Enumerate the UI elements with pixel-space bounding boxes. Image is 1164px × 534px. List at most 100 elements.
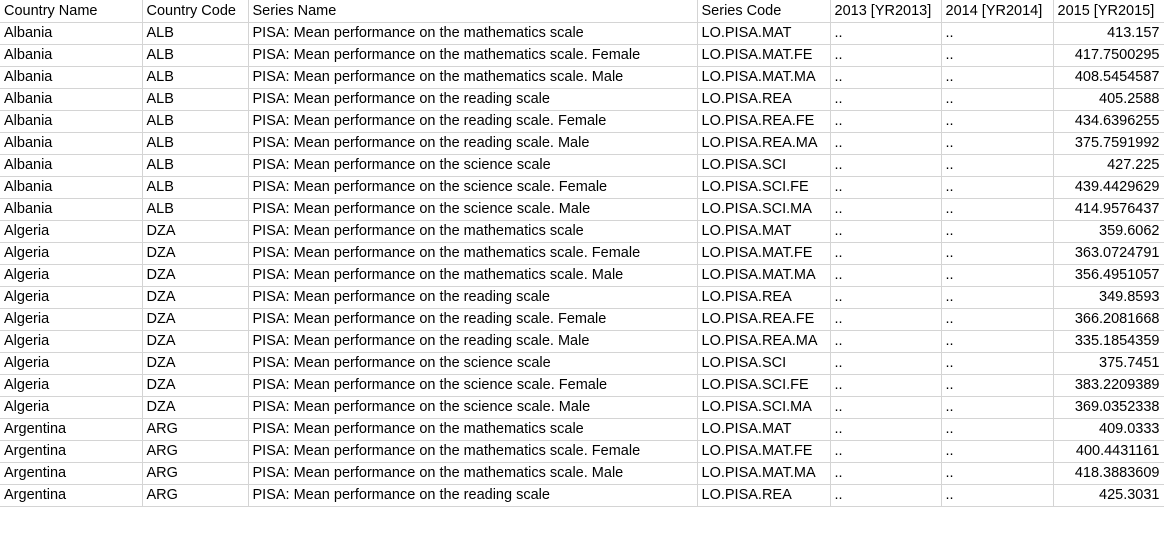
country-name-cell[interactable]: Argentina bbox=[0, 462, 143, 485]
country-code-cell[interactable]: ARG bbox=[142, 484, 249, 507]
country-code-cell[interactable]: ARG bbox=[142, 418, 249, 441]
series-name-cell[interactable]: PISA: Mean performance on the science sc… bbox=[248, 176, 698, 199]
series-name-cell[interactable]: PISA: Mean performance on the mathematic… bbox=[248, 264, 698, 287]
country-name-cell[interactable]: Algeria bbox=[0, 330, 143, 353]
yr2014-cell[interactable]: .. bbox=[941, 308, 1054, 331]
country-name-cell[interactable]: Algeria bbox=[0, 286, 143, 309]
yr2015-cell[interactable]: 375.7591992 bbox=[1053, 132, 1164, 155]
yr2014-cell[interactable]: .. bbox=[941, 242, 1054, 265]
yr2014-cell[interactable]: .. bbox=[941, 198, 1054, 221]
yr2013-cell[interactable]: .. bbox=[830, 88, 942, 111]
country-name-cell[interactable]: Albania bbox=[0, 44, 143, 67]
country-name-cell[interactable]: Algeria bbox=[0, 352, 143, 375]
country-code-cell[interactable]: ALB bbox=[142, 66, 249, 89]
series-code-cell[interactable]: LO.PISA.MAT bbox=[697, 418, 831, 441]
yr2014-cell[interactable]: .. bbox=[941, 484, 1054, 507]
country-name-cell[interactable]: Algeria bbox=[0, 396, 143, 419]
yr2013-cell[interactable]: .. bbox=[830, 484, 942, 507]
yr2015-cell[interactable]: 359.6062 bbox=[1053, 220, 1164, 243]
series-code-cell[interactable]: LO.PISA.SCI.MA bbox=[697, 396, 831, 419]
yr2015-cell[interactable]: 335.1854359 bbox=[1053, 330, 1164, 353]
yr2015-cell[interactable]: 427.225 bbox=[1053, 154, 1164, 177]
yr2014-cell[interactable]: .. bbox=[941, 396, 1054, 419]
yr2015-cell[interactable]: 375.7451 bbox=[1053, 352, 1164, 375]
yr2013-cell[interactable]: .. bbox=[830, 220, 942, 243]
country-code-cell[interactable]: DZA bbox=[142, 330, 249, 353]
yr2015-cell[interactable]: 366.2081668 bbox=[1053, 308, 1164, 331]
series-code-cell[interactable]: LO.PISA.MAT.MA bbox=[697, 264, 831, 287]
country-name-cell[interactable]: Argentina bbox=[0, 484, 143, 507]
country-code-cell[interactable]: DZA bbox=[142, 352, 249, 375]
series-name-cell[interactable]: PISA: Mean performance on the reading sc… bbox=[248, 286, 698, 309]
series-name-cell[interactable]: PISA: Mean performance on the reading sc… bbox=[248, 88, 698, 111]
yr2013-cell[interactable]: .. bbox=[830, 110, 942, 133]
series-code-cell[interactable]: LO.PISA.MAT.FE bbox=[697, 44, 831, 67]
country-code-cell[interactable]: ALB bbox=[142, 88, 249, 111]
yr2015-cell[interactable]: 363.0724791 bbox=[1053, 242, 1164, 265]
series-code-cell[interactable]: LO.PISA.SCI.MA bbox=[697, 198, 831, 221]
yr2015-cell[interactable]: 409.0333 bbox=[1053, 418, 1164, 441]
yr2015-cell[interactable]: 356.4951057 bbox=[1053, 264, 1164, 287]
series-name-cell[interactable]: PISA: Mean performance on the science sc… bbox=[248, 154, 698, 177]
country-code-cell[interactable]: ARG bbox=[142, 462, 249, 485]
series-name-cell[interactable]: PISA: Mean performance on the science sc… bbox=[248, 374, 698, 397]
series-name-cell[interactable]: PISA: Mean performance on the mathematic… bbox=[248, 44, 698, 67]
yr2015-cell[interactable]: 417.7500295 bbox=[1053, 44, 1164, 67]
yr2013-cell[interactable]: .. bbox=[830, 352, 942, 375]
series-name-cell[interactable]: PISA: Mean performance on the mathematic… bbox=[248, 242, 698, 265]
country-name-cell[interactable]: Argentina bbox=[0, 440, 143, 463]
series-name-cell[interactable]: PISA: Mean performance on the reading sc… bbox=[248, 132, 698, 155]
yr2014-cell[interactable]: .. bbox=[941, 110, 1054, 133]
series-code-cell[interactable]: LO.PISA.REA.FE bbox=[697, 110, 831, 133]
country-code-cell[interactable]: DZA bbox=[142, 374, 249, 397]
series-code-cell[interactable]: LO.PISA.MAT.MA bbox=[697, 462, 831, 485]
country-name-cell[interactable]: Albania bbox=[0, 198, 143, 221]
country-code-cell[interactable]: DZA bbox=[142, 242, 249, 265]
yr2014-cell[interactable]: .. bbox=[941, 44, 1054, 67]
country-name-cell[interactable]: Albania bbox=[0, 22, 143, 45]
country-code-cell[interactable]: ARG bbox=[142, 440, 249, 463]
country-name-cell[interactable]: Algeria bbox=[0, 308, 143, 331]
yr2013-cell[interactable]: .. bbox=[830, 418, 942, 441]
yr2015-cell[interactable]: 383.2209389 bbox=[1053, 374, 1164, 397]
country-name-cell[interactable]: Argentina bbox=[0, 418, 143, 441]
yr2014-cell[interactable]: .. bbox=[941, 352, 1054, 375]
country-code-cell[interactable]: ALB bbox=[142, 176, 249, 199]
yr2013-cell[interactable]: .. bbox=[830, 154, 942, 177]
yr2014-cell[interactable]: .. bbox=[941, 286, 1054, 309]
country-name-cell[interactable]: Albania bbox=[0, 110, 143, 133]
column-header-2015[interactable]: 2015 [YR2015] bbox=[1053, 0, 1164, 23]
series-code-cell[interactable]: LO.PISA.SCI bbox=[697, 154, 831, 177]
series-name-cell[interactable]: PISA: Mean performance on the mathematic… bbox=[248, 22, 698, 45]
series-code-cell[interactable]: LO.PISA.REA bbox=[697, 484, 831, 507]
yr2013-cell[interactable]: .. bbox=[830, 396, 942, 419]
series-code-cell[interactable]: LO.PISA.SCI.FE bbox=[697, 176, 831, 199]
yr2015-cell[interactable]: 400.4431161 bbox=[1053, 440, 1164, 463]
yr2013-cell[interactable]: .. bbox=[830, 22, 942, 45]
yr2015-cell[interactable]: 408.5454587 bbox=[1053, 66, 1164, 89]
series-code-cell[interactable]: LO.PISA.MAT bbox=[697, 220, 831, 243]
country-code-cell[interactable]: ALB bbox=[142, 198, 249, 221]
country-code-cell[interactable]: ALB bbox=[142, 22, 249, 45]
series-code-cell[interactable]: LO.PISA.REA.MA bbox=[697, 132, 831, 155]
yr2013-cell[interactable]: .. bbox=[830, 308, 942, 331]
yr2013-cell[interactable]: .. bbox=[830, 440, 942, 463]
yr2015-cell[interactable]: 349.8593 bbox=[1053, 286, 1164, 309]
country-name-cell[interactable]: Albania bbox=[0, 66, 143, 89]
series-code-cell[interactable]: LO.PISA.MAT bbox=[697, 22, 831, 45]
country-code-cell[interactable]: DZA bbox=[142, 396, 249, 419]
series-code-cell[interactable]: LO.PISA.REA.MA bbox=[697, 330, 831, 353]
yr2015-cell[interactable]: 418.3883609 bbox=[1053, 462, 1164, 485]
country-code-cell[interactable]: ALB bbox=[142, 44, 249, 67]
series-name-cell[interactable]: PISA: Mean performance on the mathematic… bbox=[248, 220, 698, 243]
yr2013-cell[interactable]: .. bbox=[830, 242, 942, 265]
series-code-cell[interactable]: LO.PISA.MAT.FE bbox=[697, 440, 831, 463]
country-code-cell[interactable]: ALB bbox=[142, 154, 249, 177]
yr2015-cell[interactable]: 413.157 bbox=[1053, 22, 1164, 45]
series-code-cell[interactable]: LO.PISA.MAT.MA bbox=[697, 66, 831, 89]
yr2015-cell[interactable]: 425.3031 bbox=[1053, 484, 1164, 507]
series-name-cell[interactable]: PISA: Mean performance on the reading sc… bbox=[248, 308, 698, 331]
column-header-2013[interactable]: 2013 [YR2013] bbox=[830, 0, 942, 23]
country-name-cell[interactable]: Algeria bbox=[0, 242, 143, 265]
yr2014-cell[interactable]: .. bbox=[941, 176, 1054, 199]
